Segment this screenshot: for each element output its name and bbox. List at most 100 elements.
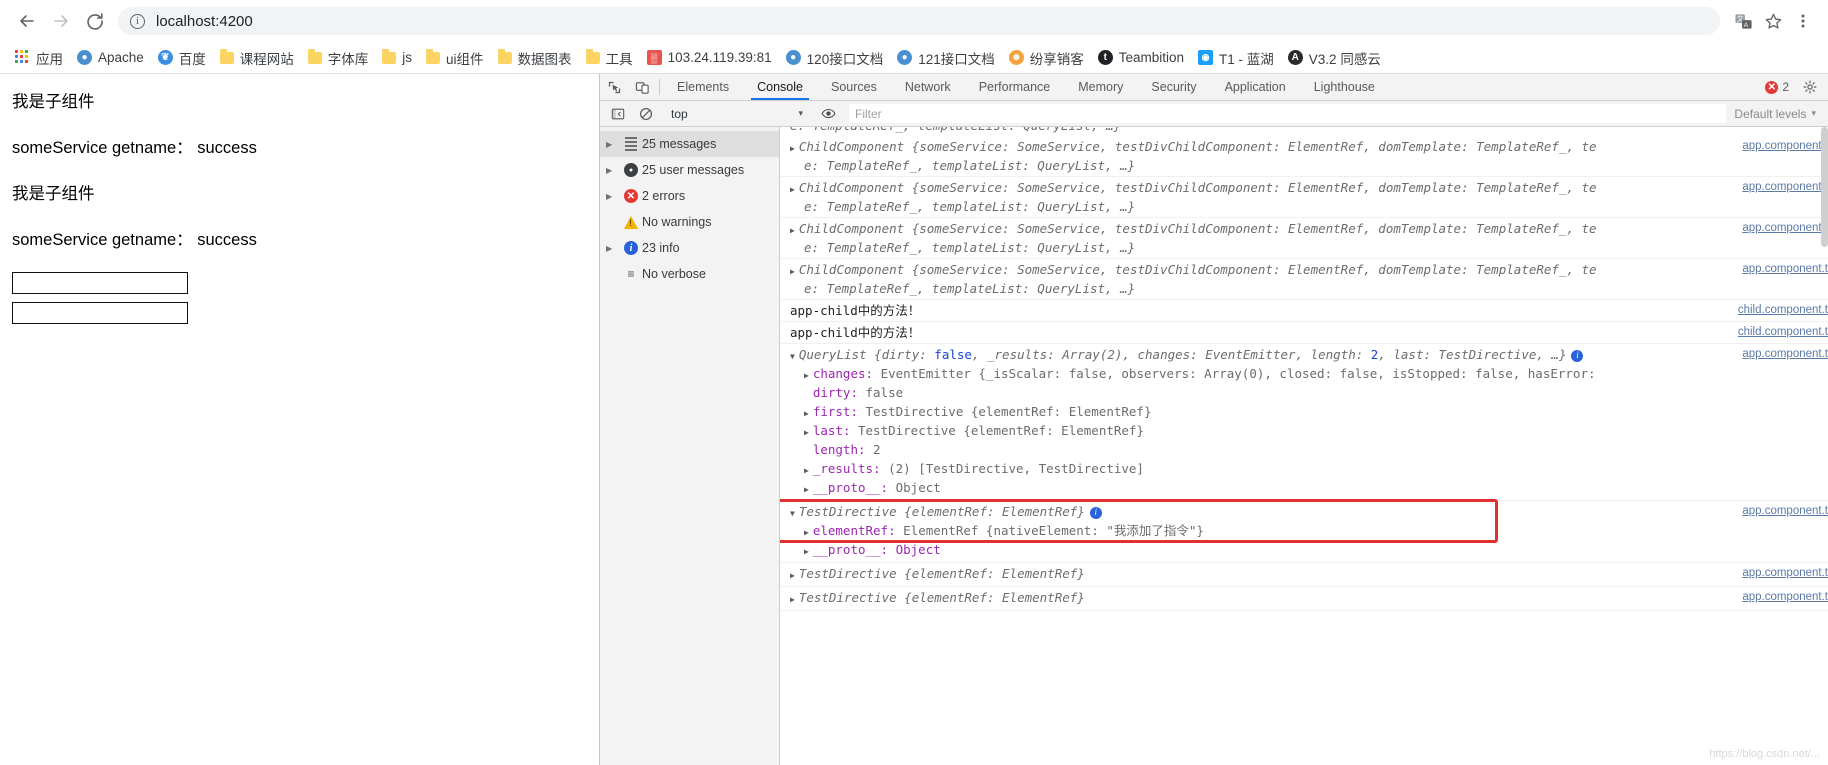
- disclosure-triangle-icon[interactable]: ▶: [790, 226, 795, 235]
- bookmark-item[interactable]: js: [375, 45, 419, 71]
- disclosure-triangle-icon[interactable]: ▶: [606, 166, 620, 175]
- bookmark-item[interactable]: ● 120接口文档: [779, 45, 891, 71]
- browser-menu-button[interactable]: [1788, 6, 1818, 36]
- disclosure-triangle-icon[interactable]: ▶: [804, 371, 809, 380]
- log-source-link[interactable]: app.component.t: [1742, 138, 1828, 155]
- devtools-tab-performance[interactable]: Performance: [965, 74, 1065, 100]
- bookmark-item[interactable]: ● Apache: [70, 45, 151, 71]
- log-row[interactable]: ▶ ChildComponent {someService: SomeServic…: [780, 218, 1828, 259]
- disclosure-triangle-icon[interactable]: ▶: [606, 192, 620, 201]
- clear-console-icon: [639, 107, 653, 120]
- disclosure-triangle-icon[interactable]: ▶: [790, 267, 795, 276]
- bookmark-item[interactable]: ◉ T1 - 蓝湖: [1191, 45, 1281, 71]
- reload-button[interactable]: [78, 4, 112, 38]
- error-count-badge[interactable]: ✕ 2: [1765, 80, 1789, 94]
- disclosure-triangle-icon[interactable]: ▶: [790, 595, 795, 604]
- devtools-tab-console[interactable]: Console: [743, 74, 817, 100]
- disclosure-triangle-icon[interactable]: ▶: [804, 409, 809, 418]
- log-source-link[interactable]: app.component.t: [1742, 565, 1828, 582]
- bookmark-item[interactable]: 工具: [579, 45, 640, 71]
- console-log-area[interactable]: e: TemplateRef_, templateList: QueryList…: [780, 127, 1828, 765]
- console-sidebar-item[interactable]: ▶No warnings: [600, 209, 779, 235]
- log-row[interactable]: ▶ TestDirective {elementRef: ElementRef} a…: [780, 563, 1828, 587]
- toggle-device-toolbar-button[interactable]: [628, 74, 656, 100]
- live-expression-button[interactable]: [814, 106, 842, 121]
- translate-button[interactable]: 文 A: [1728, 6, 1758, 36]
- log-source-link[interactable]: app.component.t: [1742, 261, 1828, 278]
- bookmark-item[interactable]: 字体库: [301, 45, 376, 71]
- console-log-levels-selector[interactable]: Default levels ▾: [1726, 107, 1824, 121]
- page-info-icon[interactable]: i: [130, 13, 145, 29]
- log-source-link[interactable]: app.component.t: [1742, 346, 1828, 363]
- bookmark-item[interactable]: 数据图表: [491, 45, 579, 71]
- log-row[interactable]: ▶ ChildComponent {someService: SomeServic…: [780, 177, 1828, 218]
- console-sidebar-item[interactable]: ▶ ✕ 2 errors: [600, 183, 779, 209]
- log-row[interactable]: ▶ ChildComponent {someService: SomeServic…: [780, 259, 1828, 300]
- bookmark-button[interactable]: [1758, 6, 1788, 36]
- devtools-settings-button[interactable]: [1796, 80, 1824, 94]
- disclosure-triangle-icon[interactable]: ▶: [804, 428, 809, 437]
- bookmark-item[interactable]: t Teambition: [1091, 45, 1191, 71]
- console-sidebar-item[interactable]: ▶≡No verbose: [600, 261, 779, 287]
- disclosure-triangle-icon[interactable]: ▶: [804, 547, 809, 556]
- devtools-tab-lighthouse[interactable]: Lighthouse: [1300, 74, 1389, 100]
- text-input-first[interactable]: [12, 272, 188, 294]
- log-row[interactable]: ▶ ChildComponent {someService: SomeServic…: [780, 136, 1828, 177]
- disclosure-triangle-open-icon[interactable]: ▼: [790, 509, 795, 518]
- globe-icon: ●: [897, 50, 913, 65]
- console-context-selector[interactable]: top ▾: [667, 104, 807, 124]
- bookmark-item[interactable]: ☻ 纷享销客: [1002, 45, 1091, 71]
- log-source-link[interactable]: app.component.t: [1742, 589, 1828, 606]
- disclosure-triangle-icon[interactable]: ▶: [804, 528, 809, 537]
- forward-button[interactable]: [44, 4, 78, 38]
- info-icon[interactable]: i: [1571, 349, 1584, 362]
- devtools-tab-elements[interactable]: Elements: [663, 74, 743, 100]
- disclosure-triangle-icon[interactable]: ▶: [790, 185, 795, 194]
- disclosure-triangle-icon[interactable]: ▶: [606, 140, 620, 149]
- folder-icon: [307, 48, 322, 64]
- inspect-element-button[interactable]: [600, 74, 628, 100]
- disclosure-triangle-icon[interactable]: ▶: [606, 244, 620, 253]
- log-row[interactable]: ▼ QueryList {dirty: false, _results: Arra…: [780, 344, 1828, 501]
- console-sidebar-item[interactable]: ▶ i 23 info: [600, 235, 779, 261]
- console-sidebar-item[interactable]: ▶ 25 messages: [600, 131, 779, 157]
- clear-console-button[interactable]: [632, 107, 660, 121]
- devtools-tab-memory[interactable]: Memory: [1064, 74, 1137, 100]
- disclosure-triangle-icon[interactable]: ▶: [804, 485, 809, 494]
- bookmark-item[interactable]: ❦ 百度: [151, 45, 213, 71]
- log-source-link[interactable]: app.component.t: [1742, 179, 1828, 196]
- log-source-link[interactable]: app.component.t: [1742, 220, 1828, 237]
- log-source-link[interactable]: child.component.t: [1738, 324, 1828, 341]
- bookmark-item[interactable]: A V3.2 同感云: [1281, 45, 1388, 71]
- bookmark-item[interactable]: ▒ 103.24.119.39:81: [640, 45, 779, 71]
- log-source-link[interactable]: app.component.t: [1742, 503, 1828, 520]
- info-icon[interactable]: i: [1089, 506, 1102, 519]
- devtools-tab-network[interactable]: Network: [891, 74, 965, 100]
- log-row[interactable]: e: TemplateRef_, templateList: QueryList…: [780, 127, 1828, 136]
- console-filter-input[interactable]: [849, 104, 1727, 123]
- address-bar[interactable]: i localhost:4200: [118, 7, 1720, 35]
- log-row-highlighted[interactable]: ▼ TestDirective {elementRef: ElementRef} i…: [780, 499, 1828, 563]
- log-row-body: ▶ ChildComponent {someService: SomeServic…: [790, 138, 1828, 174]
- console-sidebar-toggle-button[interactable]: [604, 107, 632, 121]
- bookmark-item[interactable]: ui组件: [419, 45, 491, 71]
- devtools-tab-application[interactable]: Application: [1211, 74, 1300, 100]
- error-icon: ✕: [1765, 80, 1779, 94]
- bookmark-item[interactable]: ● 121接口文档: [890, 45, 1002, 71]
- disclosure-triangle-icon[interactable]: ▶: [790, 571, 795, 580]
- text-input-second[interactable]: [12, 302, 188, 324]
- bookmark-item[interactable]: 课程网站: [213, 45, 301, 71]
- devtools-tab-security[interactable]: Security: [1137, 74, 1210, 100]
- log-row[interactable]: app-child中的方法！ child.component.t: [780, 300, 1828, 322]
- log-row[interactable]: app-child中的方法！ child.component.t: [780, 322, 1828, 344]
- log-row[interactable]: ▶ TestDirective {elementRef: ElementRef} a…: [780, 587, 1828, 611]
- log-source-link[interactable]: child.component.t: [1738, 302, 1828, 319]
- disclosure-triangle-open-icon[interactable]: ▼: [790, 352, 795, 361]
- devtools-tab-sources[interactable]: Sources: [817, 74, 891, 100]
- back-button[interactable]: [10, 4, 44, 38]
- disclosure-triangle-icon[interactable]: ▶: [790, 144, 795, 153]
- bookmark-item[interactable]: 应用: [8, 45, 70, 71]
- console-sidebar-item[interactable]: ▶ ● 25 user messages: [600, 157, 779, 183]
- console-scrollbar-thumb[interactable]: [1821, 127, 1828, 247]
- disclosure-triangle-icon[interactable]: ▶: [804, 466, 809, 475]
